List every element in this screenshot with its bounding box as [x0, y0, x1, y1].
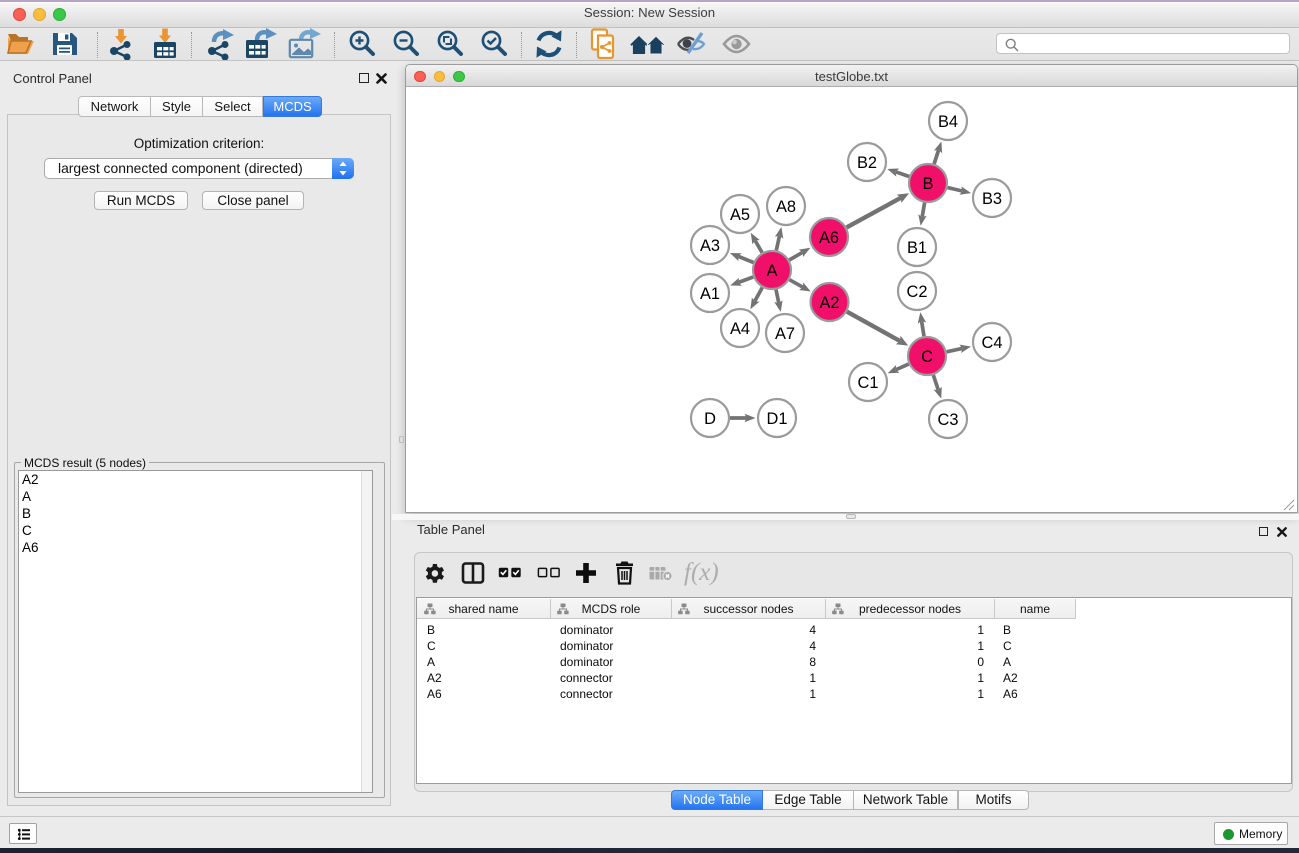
- svg-text:A5: A5: [730, 206, 750, 224]
- svg-text:A: A: [767, 262, 778, 280]
- svg-text:B3: B3: [982, 190, 1002, 208]
- svg-text:C1: C1: [858, 374, 879, 392]
- svg-text:B: B: [923, 175, 934, 193]
- svg-text:C2: C2: [907, 283, 928, 301]
- svg-text:D: D: [704, 410, 716, 428]
- svg-text:C: C: [921, 348, 933, 366]
- svg-text:D1: D1: [767, 410, 788, 428]
- svg-text:A1: A1: [700, 285, 720, 303]
- svg-text:A4: A4: [730, 320, 750, 338]
- svg-text:A7: A7: [775, 325, 795, 343]
- svg-text:B2: B2: [857, 154, 877, 172]
- svg-text:C4: C4: [982, 334, 1003, 352]
- svg-text:C3: C3: [938, 411, 959, 429]
- svg-text:A6: A6: [819, 229, 839, 247]
- svg-text:B1: B1: [907, 239, 927, 257]
- svg-text:B4: B4: [938, 113, 958, 131]
- svg-text:A8: A8: [776, 198, 796, 216]
- svg-text:A3: A3: [700, 237, 720, 255]
- svg-text:A2: A2: [819, 294, 839, 312]
